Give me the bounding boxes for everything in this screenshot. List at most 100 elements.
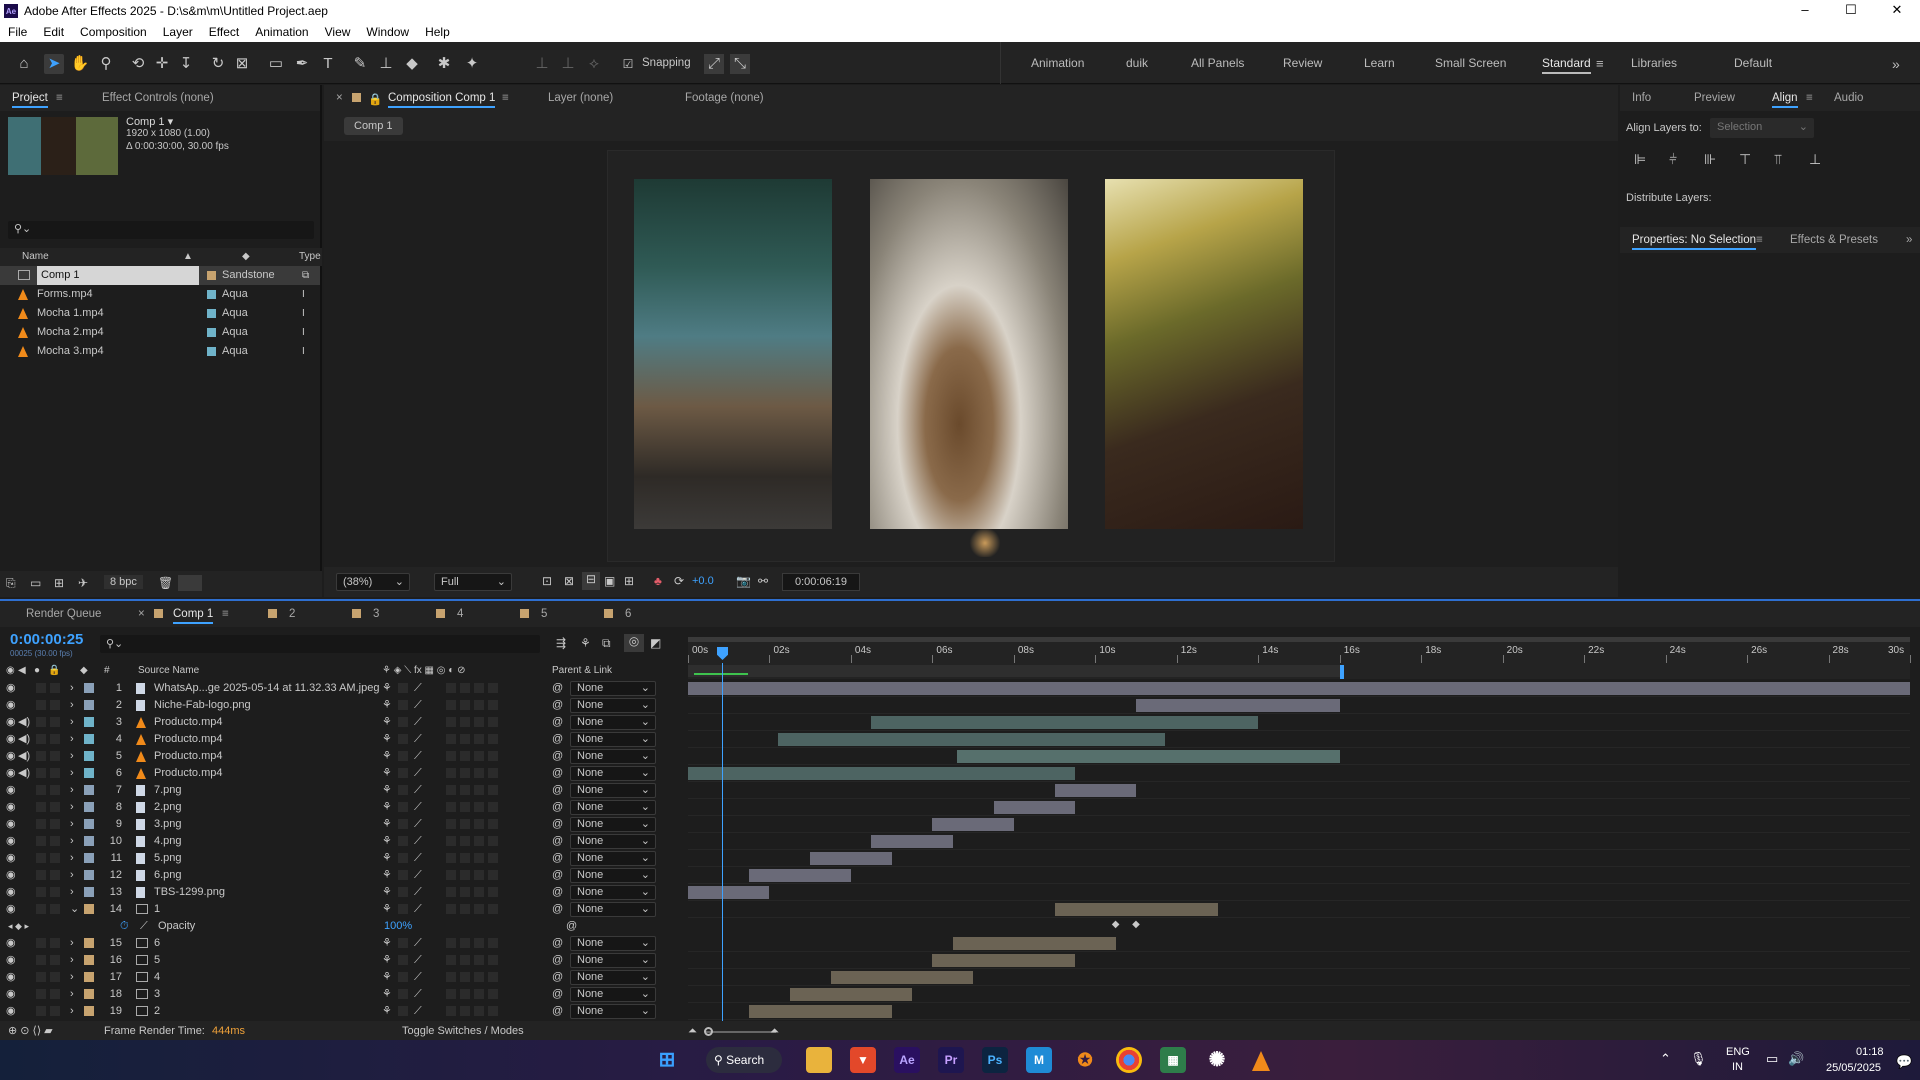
lock-box[interactable] (50, 700, 60, 710)
collapse-switch[interactable] (398, 768, 408, 778)
properties-menu-icon[interactable]: ≡ (1756, 234, 1763, 246)
collapse-switch[interactable] (398, 751, 408, 761)
layer-label-swatch[interactable] (84, 870, 94, 880)
quality-switch-icon[interactable]: ⟋ (414, 816, 422, 833)
solo-switch-icon[interactable]: ● (34, 662, 40, 679)
adjustment-switch[interactable] (474, 734, 484, 744)
flowchart-toggle[interactable] (178, 575, 202, 591)
timeline-layer-row[interactable]: ◉ ◀) › 4 Producto.mp4 ⚘ ⟋ @ None ⌄ (0, 731, 685, 748)
label-column-icon[interactable]: ◆ (80, 662, 88, 679)
timeline-layer-row[interactable]: ◉ › 18 3 ⚘ ⟋ @ None ⌄ (0, 986, 685, 1003)
frame-blend-switch[interactable] (446, 819, 456, 829)
eye-icon[interactable]: ◉ (6, 901, 16, 918)
toggle-switches-modes[interactable]: Toggle Switches / Modes (402, 1021, 524, 1042)
frame-blend-switch[interactable] (446, 836, 456, 846)
collapse-switch[interactable] (398, 700, 408, 710)
tab-preview[interactable]: Preview (1694, 92, 1735, 104)
speaker-icon[interactable]: ◀) (18, 731, 30, 748)
eye-icon[interactable]: ◉ (6, 969, 16, 986)
quality-switch-icon[interactable]: ⟋ (414, 799, 422, 816)
zoom-tool-icon[interactable]: ⚲ (96, 54, 116, 74)
layer-source-name[interactable]: Producto.mp4 (154, 731, 379, 748)
layer-duration-bar[interactable] (952, 937, 1116, 950)
grid-guides-icon[interactable]: ⊞ (624, 574, 634, 588)
lock-box[interactable] (50, 870, 60, 880)
lock-icon[interactable]: 🔒 (368, 92, 382, 106)
lock-box[interactable] (50, 853, 60, 863)
timeline-layer-row[interactable]: ◉ › 2 Niche-Fab-logo.png ⚘ ⟋ @ None ⌄ (0, 697, 685, 714)
chevron-right-icon[interactable]: › (70, 731, 74, 748)
parent-dropdown[interactable]: None ⌄ (570, 732, 656, 747)
pick-whip-icon[interactable]: @ (552, 731, 563, 748)
fast-previews-icon[interactable]: ⊡ (542, 574, 552, 588)
brave-browser-icon[interactable]: ▼ (850, 1047, 876, 1073)
layer-duration-bar[interactable] (932, 954, 1075, 967)
chevron-right-icon[interactable]: › (70, 697, 74, 714)
parent-dropdown[interactable]: None ⌄ (570, 749, 656, 764)
project-menu-icon[interactable]: ≡ (56, 92, 63, 104)
more-panels-icon[interactable]: » (1906, 234, 1912, 246)
solo-box[interactable] (36, 989, 46, 999)
parent-dropdown[interactable]: None ⌄ (570, 851, 656, 866)
quality-switch-icon[interactable]: ⟋ (414, 680, 422, 697)
chevron-up-icon[interactable]: ⌃ (1660, 1051, 1671, 1067)
quality-switch-icon[interactable]: ⟋ (414, 731, 422, 748)
lock-box[interactable] (50, 734, 60, 744)
adjustment-switch[interactable] (474, 870, 484, 880)
close-button[interactable]: ✕ (1874, 0, 1920, 22)
blender-icon[interactable]: ✪ (1072, 1047, 1098, 1073)
timeline-current-time[interactable]: 0:00:00:25 (10, 631, 83, 648)
layer-duration-bar[interactable] (1054, 903, 1218, 916)
motion-blur-switch[interactable] (460, 853, 470, 863)
collapse-switch[interactable] (398, 683, 408, 693)
menu-edit[interactable]: Edit (35, 25, 72, 39)
layer-track[interactable] (688, 748, 1910, 765)
motion-blur-switch[interactable] (460, 989, 470, 999)
lock-box[interactable] (50, 887, 60, 897)
shy-switch-icon[interactable]: ⚘ (382, 714, 392, 731)
mask-visibility-icon[interactable]: ⊟ (582, 572, 600, 590)
display-icon[interactable]: ▭ (1766, 1051, 1778, 1067)
lock-box[interactable] (50, 802, 60, 812)
timeline-layer-row[interactable]: ◉ › 8 2.png ⚘ ⟋ @ None ⌄ (0, 799, 685, 816)
layer-source-name[interactable]: Producto.mp4 (154, 765, 379, 782)
layer-source-name[interactable]: 2.png (154, 799, 379, 816)
file-explorer-icon[interactable] (806, 1047, 832, 1073)
shy-switch-icon[interactable]: ⚘ (382, 867, 392, 884)
3d-switch[interactable] (488, 734, 498, 744)
parent-dropdown[interactable]: None ⌄ (570, 834, 656, 849)
timeline-layer-row[interactable]: ◉ › 17 4 ⚘ ⟋ @ None ⌄ (0, 969, 685, 986)
tab-timeline-comp1[interactable]: Comp 1 (173, 608, 214, 624)
dolly-camera-icon[interactable]: ↧ (176, 54, 196, 74)
solo-box[interactable] (36, 1006, 46, 1016)
pick-whip-icon[interactable]: @ (552, 697, 563, 714)
eye-icon[interactable]: ◉ (6, 765, 16, 782)
3d-switch[interactable] (488, 972, 498, 982)
shy-switch-icon[interactable]: ⚘ (382, 884, 392, 901)
3d-switch[interactable] (488, 785, 498, 795)
workspace-review[interactable]: Review (1283, 56, 1322, 70)
layer-track[interactable] (688, 714, 1910, 731)
timeline-close-icon[interactable]: × (138, 608, 145, 620)
column-type[interactable]: Type (299, 248, 321, 266)
keyframe-icon[interactable]: ◆ (1132, 919, 1140, 930)
3d-switch[interactable] (488, 802, 498, 812)
pick-whip-icon[interactable]: @ (552, 901, 563, 918)
solo-box[interactable] (36, 819, 46, 829)
transparency-grid-icon[interactable]: ⊠ (564, 574, 574, 588)
graph-editor-icon[interactable]: ◩ (650, 636, 661, 650)
vlc-icon[interactable] (1248, 1047, 1274, 1073)
pick-whip-icon[interactable]: @ (552, 833, 563, 850)
minimize-button[interactable]: – (1782, 0, 1828, 22)
solo-box[interactable] (36, 904, 46, 914)
quality-switch-icon[interactable]: ⟋ (414, 901, 422, 918)
shy-switch-icon[interactable]: ⚘ (382, 935, 392, 952)
shy-switch-icon[interactable]: ⚘ (382, 680, 392, 697)
frame-blend-switch[interactable] (446, 853, 456, 863)
layer-label-swatch[interactable] (84, 802, 94, 812)
lock-box[interactable] (50, 836, 60, 846)
motion-blur-switch[interactable] (460, 734, 470, 744)
frame-blend-switch[interactable] (446, 955, 456, 965)
zoom-slider[interactable] (706, 1031, 776, 1033)
layer-duration-bar[interactable] (932, 818, 1014, 831)
